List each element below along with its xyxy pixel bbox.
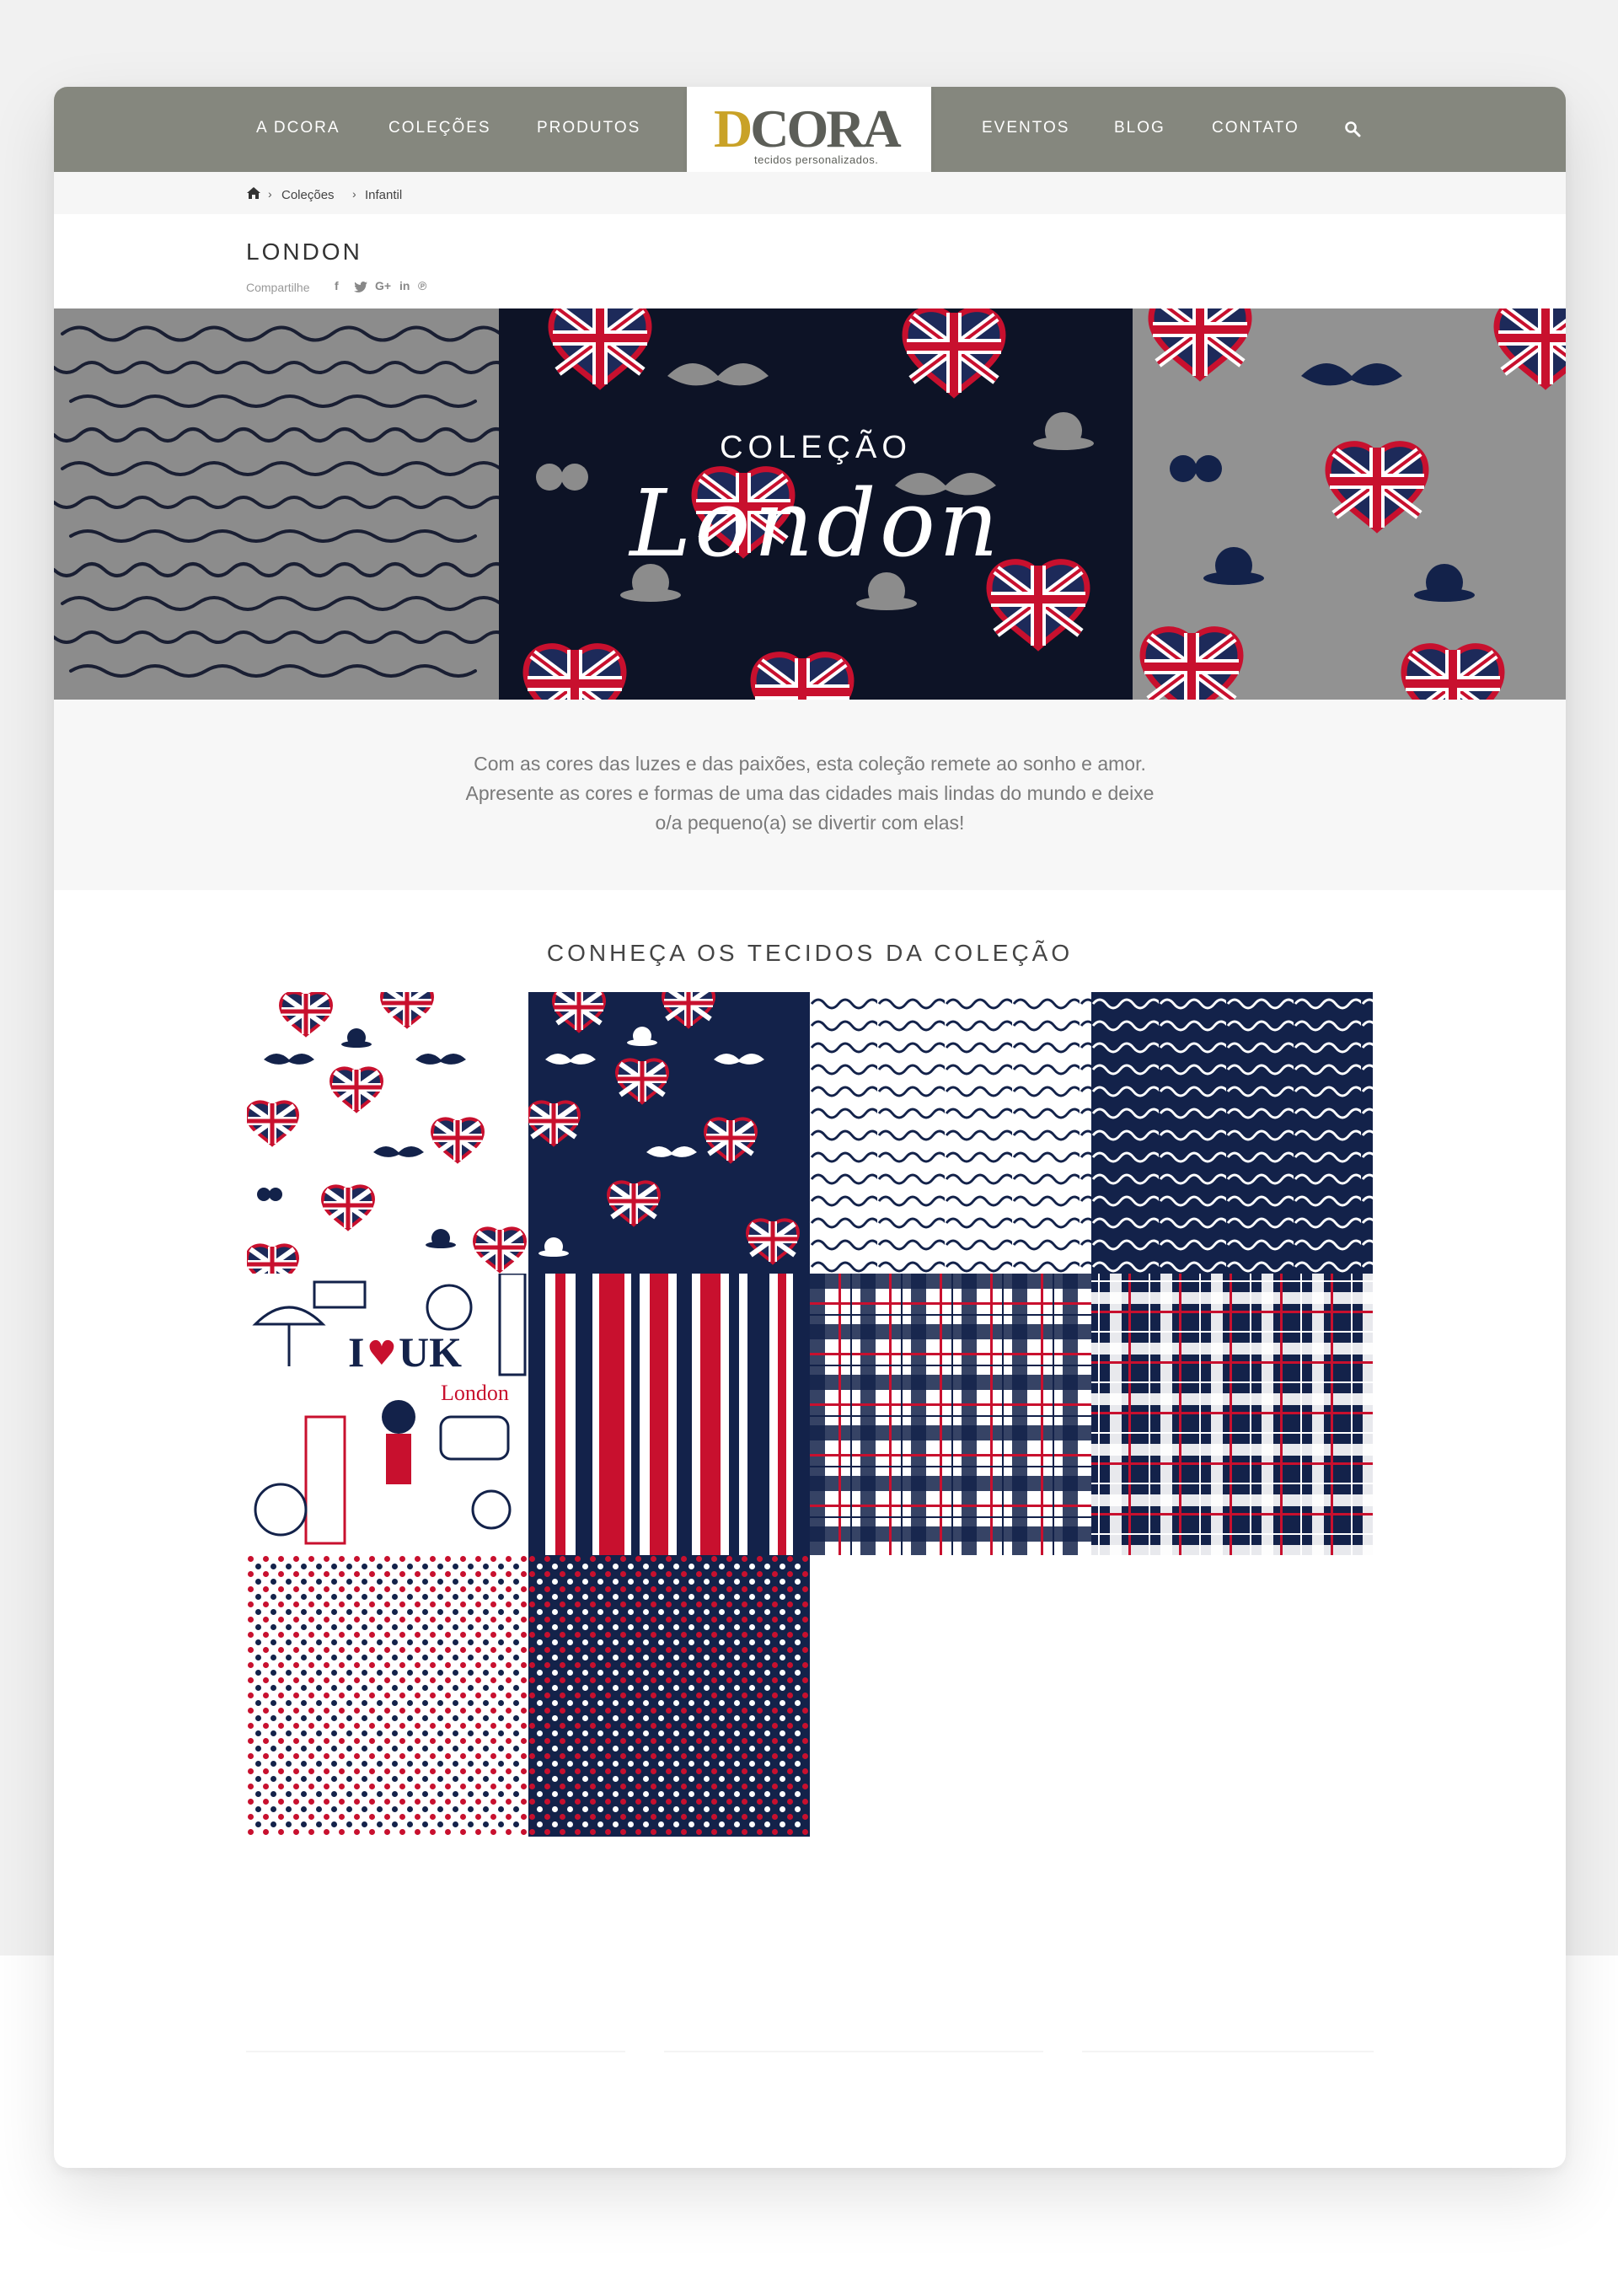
fabric-swatch-hearts-white[interactable]	[247, 992, 528, 1274]
facebook-icon[interactable]: f	[335, 279, 339, 292]
hero-title: London	[630, 469, 1002, 577]
nav-item-eventos[interactable]: EVENTOS	[982, 119, 1069, 141]
google-plus-icon[interactable]: G+	[375, 279, 391, 292]
collection-hero-banner: COLEÇÃO London	[54, 308, 1566, 700]
fabric-swatch-script-navy[interactable]	[1091, 992, 1373, 1274]
description-line: o/a pequeno(a) se divertir com elas!	[655, 812, 965, 834]
description-line: Apresente as cores e formas de uma das c…	[465, 782, 1155, 804]
logo[interactable]: DCORA tecidos personalizados.	[687, 87, 931, 185]
browser-frame: A DCORA COLEÇÕES PRODUTOS EVENTOS BLOG C…	[54, 87, 1566, 2168]
footer-divider	[1082, 2051, 1374, 2052]
nav-item-produtos[interactable]: PRODUTOS	[537, 119, 640, 141]
breadcrumb-separator: ›	[268, 187, 272, 201]
description-line: Com as cores das luzes e das paixões, es…	[474, 753, 1146, 775]
swatch-uk-text: UK	[399, 1328, 462, 1376]
heart-icon: ♥	[367, 1334, 397, 1373]
fabric-swatch-script-white[interactable]	[810, 992, 1091, 1274]
footer-divider	[664, 2051, 1043, 2052]
pinterest-icon[interactable]: ℗	[418, 279, 426, 292]
fabric-swatch-dots-navy[interactable]	[528, 1555, 810, 1837]
fabric-swatch-london-doodles[interactable]: I ♥ UK London	[247, 1274, 528, 1555]
share-label: Compartilhe	[246, 281, 310, 294]
nav-item-contato[interactable]: CONTATO	[1212, 119, 1299, 141]
hero-subtitle: COLEÇÃO	[720, 430, 912, 465]
twitter-icon[interactable]	[354, 282, 367, 292]
breadcrumb-separator: ›	[352, 187, 356, 201]
swatch-i-text: I	[348, 1328, 364, 1376]
search-icon[interactable]	[1344, 121, 1361, 137]
footer-divider	[246, 2051, 625, 2052]
fabric-swatch-plaid-navy[interactable]	[1091, 1274, 1373, 1555]
logo-wordmark: DCORA	[714, 99, 902, 158]
fabric-swatch-plaid-white[interactable]	[810, 1274, 1091, 1555]
fabrics-section-title: CONHEÇA OS TECIDOS DA COLEÇÃO	[546, 940, 1074, 966]
linkedin-icon[interactable]: in	[399, 279, 410, 292]
breadcrumb: › Coleções › Infantil	[54, 172, 1566, 214]
page-title: LONDON	[246, 239, 362, 265]
home-icon[interactable]	[246, 186, 261, 200]
fabric-swatch-dots-white[interactable]	[247, 1555, 528, 1837]
nav-item-a-dcora[interactable]: A DCORA	[256, 119, 340, 141]
nav-item-blog[interactable]: BLOG	[1114, 119, 1165, 141]
breadcrumb-item-infantil[interactable]: Infantil	[365, 188, 402, 202]
breadcrumb-item-colecoes[interactable]: Coleções	[281, 188, 335, 202]
fabric-swatch-stripes[interactable]	[528, 1274, 810, 1555]
logo-tagline: tecidos personalizados.	[754, 153, 879, 166]
hero-script-pattern	[54, 308, 511, 700]
nav-item-colecoes[interactable]: COLEÇÕES	[388, 119, 491, 141]
hero-gray-pattern	[1133, 308, 1566, 700]
swatch-london-text: London	[441, 1381, 509, 1405]
fabric-swatch-hearts-navy[interactable]	[528, 992, 810, 1274]
collection-description: Com as cores das luzes e das paixões, es…	[54, 700, 1566, 890]
